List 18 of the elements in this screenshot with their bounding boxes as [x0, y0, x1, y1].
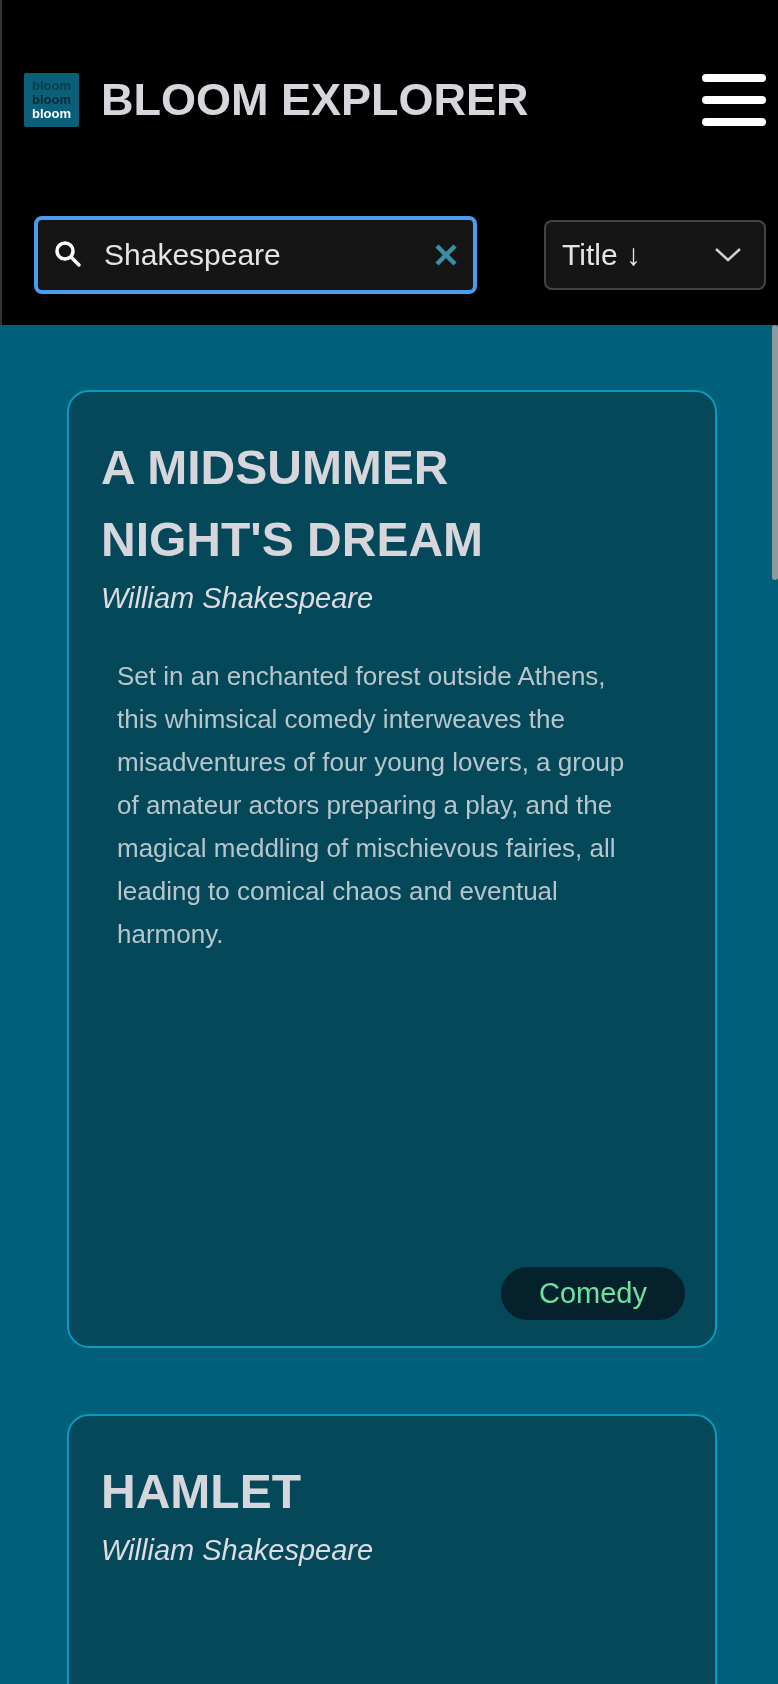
- book-title: HAMLET: [101, 1464, 302, 1520]
- clear-icon[interactable]: [435, 244, 457, 266]
- book-author: William Shakespeare: [101, 582, 375, 615]
- book-card[interactable]: HAMLET William Shakespeare: [67, 1414, 717, 1684]
- book-card[interactable]: [67, 390, 717, 1348]
- menu-icon[interactable]: [702, 73, 766, 127]
- book-title: A MIDSUMMER NIGHT'S DREAM: [101, 440, 485, 568]
- chevron-icon: [714, 247, 742, 263]
- scrollbar[interactable]: [772, 325, 778, 580]
- genre-tag: Comedy: [501, 1267, 685, 1320]
- book-author: William Shakespeare: [101, 1534, 375, 1567]
- logo-word: bloom: [32, 93, 71, 107]
- logo-word: bloom: [32, 107, 71, 121]
- book-description: Set in an enchanted forest outside Athens, this whimsical comedy interweaves the misadventures of four young lovers, a group of amateur actors preparing a play, and the magical meddling of mischievous fairies, all leading to comical chaos and eventual harmony.: [117, 660, 626, 951]
- sort-dropdown[interactable]: Title ↓: [544, 220, 766, 290]
- app-title: BLOOM EXPLORER: [101, 74, 530, 126]
- search-field[interactable]: Shakespeare: [34, 216, 477, 294]
- search-icon: [54, 240, 82, 268]
